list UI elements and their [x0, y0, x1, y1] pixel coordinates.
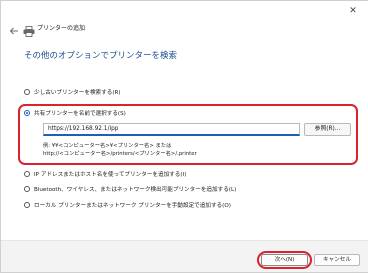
option-label: 少し古いプリンターを検索する(R) — [34, 90, 121, 96]
option-add-local-manual[interactable]: ローカル プリンターまたはネットワーク プリンターを手動設定で追加する(O) — [24, 201, 231, 209]
radio-button[interactable] — [24, 89, 30, 95]
option-add-bluetooth-wireless[interactable]: Bluetooth、ワイヤレス、またはネットワーク検出可能プリンターを追加する(… — [24, 185, 236, 193]
page-heading: その他のオプションでプリンターを検索 — [24, 51, 178, 61]
radio-button-selected[interactable] — [24, 110, 30, 116]
add-printer-dialog: ✕ プリンターの追加 その他のオプションでプリンターを検索 少し古いプリンターを… — [0, 0, 368, 273]
option-select-shared-printer[interactable]: 共有プリンターを名前で選択する(S) — [24, 109, 126, 117]
option-label: ローカル プリンターまたはネットワーク プリンターを手動設定で追加する(O) — [34, 203, 231, 209]
close-icon[interactable]: ✕ — [346, 4, 360, 18]
example-line-1: 例: ¥¥<コンピューター名>¥<プリンター名> または — [43, 143, 172, 149]
radio-button[interactable] — [24, 202, 30, 208]
option-add-by-ip[interactable]: IP アドレスまたはホスト名を使ってプリンターを追加する(I) — [24, 170, 186, 178]
option-label: 共有プリンターを名前で選択する(S) — [34, 111, 126, 117]
wizard-title: プリンターの追加 — [37, 25, 86, 32]
browse-button[interactable]: 参照(R)... — [304, 123, 351, 136]
option-label: Bluetooth、ワイヤレス、またはネットワーク検出可能プリンターを追加する(… — [34, 187, 237, 193]
example-line-2: http://<コンピューター名>/printers/<プリンター名>/.pri… — [43, 150, 197, 157]
radio-button[interactable] — [24, 171, 30, 177]
cancel-button[interactable]: キャンセル — [314, 254, 360, 266]
shared-printer-path-input[interactable]: https://192.168.92.1/ipp — [43, 123, 300, 136]
dialog-footer — [1, 240, 368, 272]
option-label: IP アドレスまたはホスト名を使ってプリンターを追加する(I) — [34, 172, 187, 178]
next-button[interactable]: 次へ(N) — [261, 254, 308, 266]
path-example-text: 例: ¥¥<コンピューター名>¥<プリンター名> または http://<コンピ… — [43, 143, 197, 158]
option-search-older-printer[interactable]: 少し古いプリンターを検索する(R) — [24, 88, 121, 96]
printer-icon — [23, 22, 35, 37]
radio-button[interactable] — [24, 186, 30, 192]
back-arrow-icon[interactable] — [8, 22, 20, 35]
